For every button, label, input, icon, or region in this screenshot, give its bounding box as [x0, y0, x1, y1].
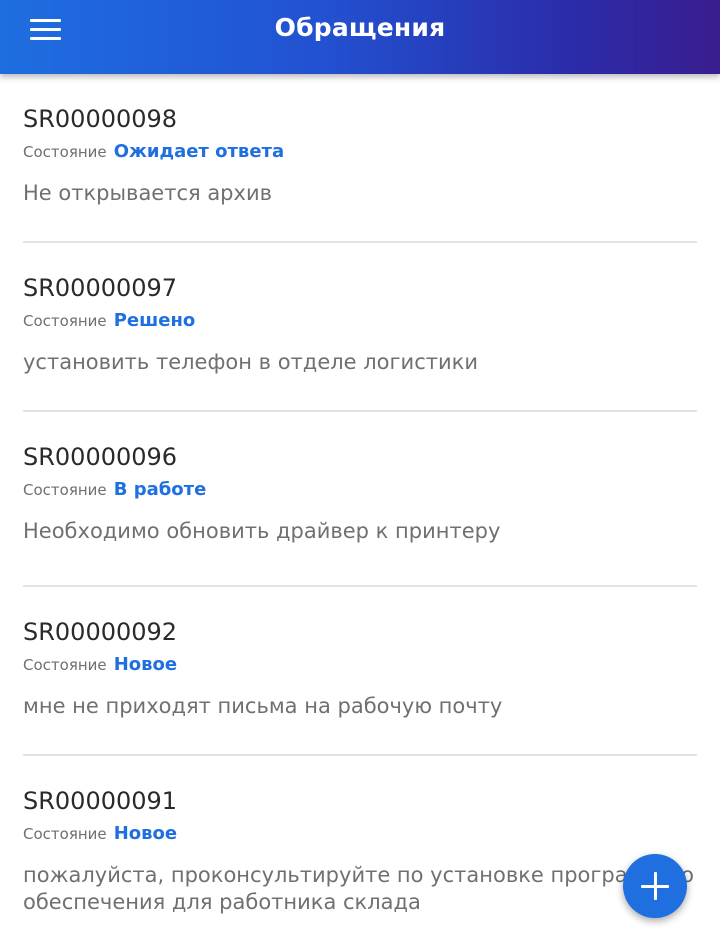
state-value: Решено — [113, 310, 196, 331]
request-id: SR00000091 — [23, 787, 178, 815]
request-description: пожалуйста, проконсультируйте по установ… — [23, 863, 694, 914]
request-state: Состояние В работе — [23, 479, 206, 500]
request-description: Необходимо обновить драйвер к принтеру — [23, 519, 501, 543]
state-label: Состояние — [23, 312, 107, 330]
state-label: Состояние — [23, 481, 107, 499]
request-id: SR00000096 — [23, 443, 178, 471]
state-value: Новое — [113, 654, 178, 675]
request-state: Состояние Новое — [23, 823, 177, 844]
request-item[interactable]: SR00000092 Состояние Новое мне не приход… — [23, 587, 697, 756]
request-id: SR00000092 — [23, 618, 178, 646]
request-id: SR00000097 — [23, 274, 178, 302]
request-description: установить телефон в отделе логистики — [23, 350, 478, 374]
request-state: Состояние Новое — [23, 654, 177, 675]
page-title: Обращения — [274, 13, 446, 42]
request-description: мне не приходят письма на рабочую почту — [23, 694, 503, 718]
state-label: Состояние — [23, 825, 107, 843]
request-item[interactable]: SR00000098 Состояние Ожидает ответа Не о… — [23, 74, 697, 243]
request-description: Не открывается архив — [23, 181, 272, 205]
request-state: Состояние Решено — [23, 310, 195, 331]
state-value: Ожидает ответа — [113, 141, 285, 162]
state-value: Новое — [113, 823, 178, 844]
plus-icon — [641, 872, 669, 900]
request-item[interactable]: SR00000091 Состояние Новое пожалуйста, п… — [23, 756, 697, 940]
request-state: Состояние Ожидает ответа — [23, 141, 284, 162]
request-id: SR00000098 — [23, 105, 178, 133]
add-request-button[interactable] — [623, 854, 687, 918]
request-list: SR00000098 Состояние Ожидает ответа Не о… — [0, 74, 720, 940]
app-bar: Обращения — [0, 0, 720, 74]
state-label: Состояние — [23, 143, 107, 161]
state-label: Состояние — [23, 656, 107, 674]
request-item[interactable]: SR00000097 Состояние Решено установить т… — [23, 243, 697, 412]
state-value: В работе — [113, 479, 207, 500]
request-item[interactable]: SR00000096 Состояние В работе Необходимо… — [23, 412, 697, 587]
